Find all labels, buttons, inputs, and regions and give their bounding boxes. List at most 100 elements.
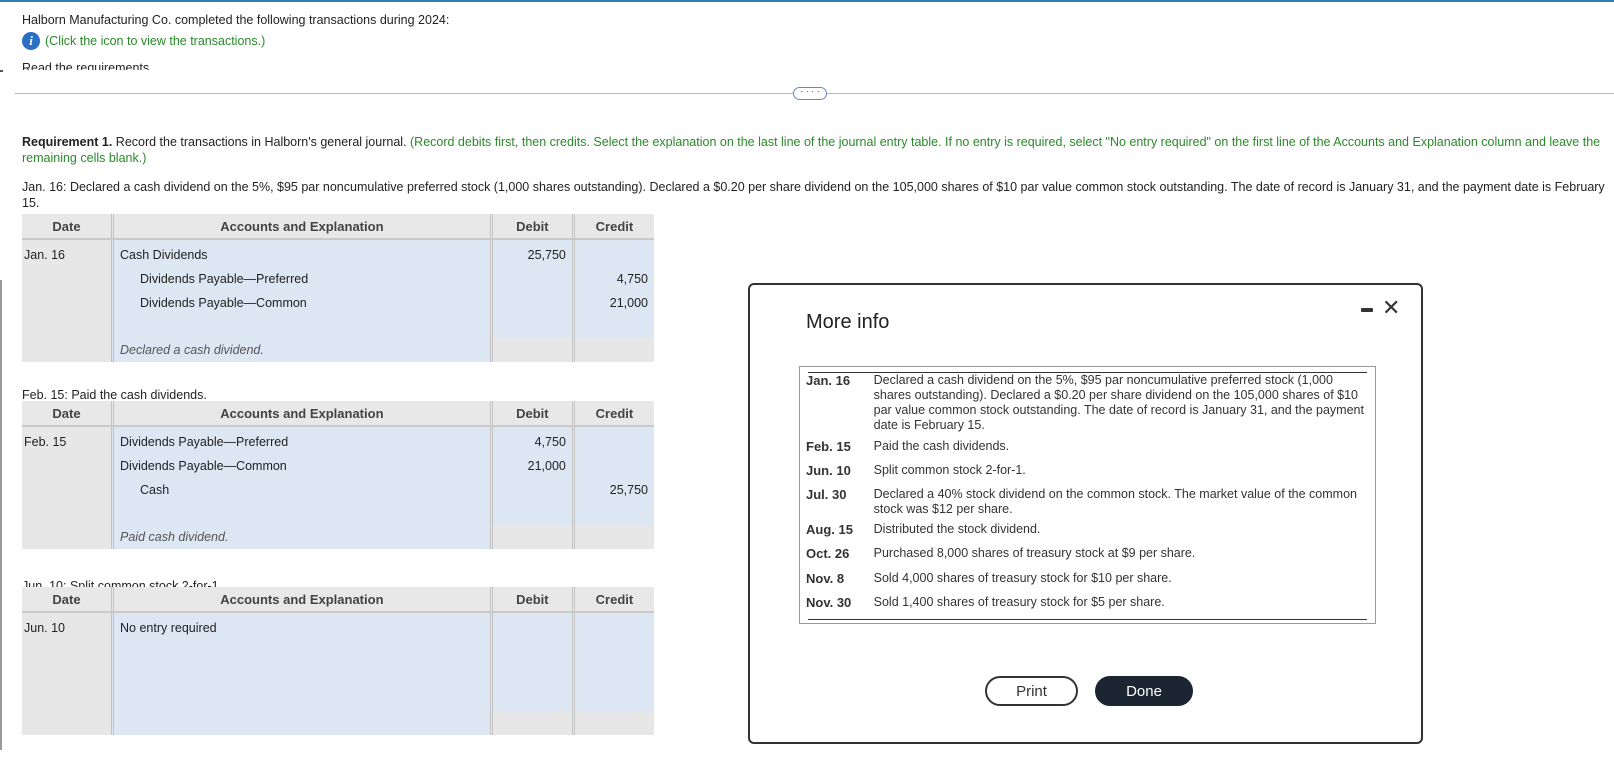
- entry-date: Feb. 15: [22, 427, 112, 549]
- credit-cell[interactable]: 4,750: [617, 267, 648, 291]
- transaction-date: Jan. 16: [806, 373, 851, 388]
- close-icon[interactable]: ✕: [1382, 295, 1400, 321]
- accounts-column: No entry required: [111, 613, 490, 735]
- credit-footer: [574, 525, 654, 549]
- credit-header: Credit: [571, 214, 654, 238]
- debit-cell[interactable]: 25,750: [528, 243, 566, 267]
- transaction-row: Nov. 30 Sold 1,400 shares of treasury st…: [806, 595, 1366, 610]
- debit-footer: [492, 525, 572, 549]
- entry-date: Jan. 16: [22, 240, 112, 362]
- requirements-link-text[interactable]: Read the requirements.: [22, 61, 153, 70]
- transaction-row: Oct. 26 Purchased 8,000 shares of treasu…: [806, 546, 1366, 561]
- accounts-header: Accounts and Explanation: [111, 587, 490, 611]
- journal-table-jan16: Date Accounts and Explanation Debit Cred…: [22, 214, 654, 362]
- transaction-row: Feb. 15 Paid the cash dividends.: [806, 439, 1366, 454]
- account-cell[interactable]: Dividends Payable—Common: [140, 291, 307, 315]
- journal-body: Feb. 15 Dividends Payable—Preferred Divi…: [22, 427, 654, 549]
- print-button[interactable]: Print: [985, 676, 1078, 706]
- edge-marker: [0, 70, 3, 72]
- info-icon[interactable]: i: [22, 32, 40, 50]
- dialog-title: More info: [806, 311, 890, 333]
- debit-footer: [492, 711, 572, 735]
- account-cell[interactable]: Cash Dividends: [120, 243, 208, 267]
- entry-prompt-1: Jan. 16: Declared a cash dividend on the…: [22, 180, 1605, 210]
- transaction-desc: Sold 4,000 shares of treasury stock for …: [873, 571, 1172, 585]
- journal-table-jun10: Date Accounts and Explanation Debit Cred…: [22, 587, 654, 735]
- transaction-row: Jul. 30 Declared a 40% stock dividend on…: [806, 487, 1366, 517]
- journal-table-feb15: Date Accounts and Explanation Debit Cred…: [22, 401, 654, 549]
- date-header: Date: [52, 218, 81, 234]
- transactions-table: Jan. 16 Declared a cash dividend on the …: [799, 366, 1376, 624]
- credit-footer: [574, 711, 654, 735]
- debit-header: Debit: [489, 401, 572, 425]
- transaction-date: Nov. 30: [806, 595, 852, 610]
- transaction-row: Jan. 16 Declared a cash dividend on the …: [806, 373, 1366, 433]
- credit-cell[interactable]: 21,000: [610, 291, 648, 315]
- transaction-desc: Paid the cash dividends.: [873, 439, 1010, 453]
- transaction-desc: Sold 1,400 shares of treasury stock for …: [873, 595, 1165, 609]
- top-accent-bar: [0, 0, 1614, 2]
- transaction-date: Jul. 30: [806, 487, 847, 502]
- credit-footer: [574, 338, 654, 362]
- debit-header: Debit: [489, 587, 572, 611]
- journal-body: Jun. 10 No entry required: [22, 613, 654, 735]
- requirement-text: Requirement 1. Record the transactions i…: [22, 134, 1612, 166]
- transaction-desc: Distributed the stock dividend.: [873, 522, 1041, 536]
- transaction-desc: Split common stock 2-for-1.: [873, 463, 1026, 477]
- accounts-column: Cash Dividends Dividends Payable—Preferr…: [111, 240, 490, 362]
- account-cell[interactable]: Cash: [140, 478, 169, 502]
- journal-body: Jan. 16 Cash Dividends Dividends Payable…: [22, 240, 654, 362]
- transaction-date: Oct. 26: [806, 546, 850, 561]
- transaction-row: Jun. 10 Split common stock 2-for-1.: [806, 463, 1366, 478]
- credit-column: [571, 613, 654, 735]
- left-scroll-edge: [0, 280, 2, 750]
- accounts-column: Dividends Payable—Preferred Dividends Pa…: [111, 427, 490, 549]
- debit-header: Debit: [489, 214, 572, 238]
- explanation-cell[interactable]: Declared a cash dividend.: [120, 338, 264, 362]
- transaction-desc: Declared a 40% stock dividend on the com…: [873, 487, 1357, 516]
- date-header: Date: [52, 405, 81, 421]
- credit-column: 25,750: [571, 427, 654, 549]
- journal-header: Date Accounts and Explanation Debit Cred…: [22, 214, 654, 240]
- journal-header: Date Accounts and Explanation Debit Cred…: [22, 587, 654, 613]
- accounts-header: Accounts and Explanation: [111, 401, 490, 425]
- info-link-row[interactable]: i (Click the icon to view the transactio…: [22, 32, 265, 50]
- debit-column: 25,750: [489, 240, 572, 362]
- transaction-row: Aug. 15 Distributed the stock dividend.: [806, 522, 1366, 537]
- transaction-desc: Purchased 8,000 shares of treasury stock…: [873, 546, 1196, 560]
- account-cell[interactable]: Dividends Payable—Preferred: [120, 430, 288, 454]
- debit-cell[interactable]: 21,000: [528, 454, 566, 478]
- accounts-header: Accounts and Explanation: [111, 214, 490, 238]
- explanation-cell[interactable]: Paid cash dividend.: [120, 525, 228, 549]
- debit-cell[interactable]: 4,750: [535, 430, 566, 454]
- requirement-title: Requirement 1.: [22, 135, 113, 149]
- credit-header: Credit: [571, 587, 654, 611]
- account-cell[interactable]: Dividends Payable—Common: [120, 454, 287, 478]
- info-link-text[interactable]: (Click the icon to view the transactions…: [45, 34, 265, 48]
- expand-button[interactable]: · · · ·: [793, 87, 827, 100]
- transaction-desc: Declared a cash dividend on the 5%, $95 …: [873, 373, 1364, 432]
- transaction-date: Nov. 8: [806, 571, 845, 586]
- table-rule-bottom: [808, 619, 1367, 620]
- more-info-dialog: More info ✕ Jan. 16 Declared a cash divi…: [748, 283, 1423, 744]
- entry-prompt-2: Feb. 15: Paid the cash dividends.: [22, 388, 207, 402]
- debit-column: 4,750 21,000: [489, 427, 572, 549]
- credit-header: Credit: [571, 401, 654, 425]
- minimize-icon[interactable]: [1361, 308, 1373, 312]
- credit-column: 4,750 21,000: [571, 240, 654, 362]
- account-cell[interactable]: Dividends Payable—Preferred: [140, 267, 308, 291]
- transaction-date: Aug. 15: [806, 522, 853, 537]
- entry-date: Jun. 10: [22, 613, 112, 735]
- transaction-row: Nov. 8 Sold 4,000 shares of treasury sto…: [806, 571, 1366, 586]
- requirement-body: Record the transactions in Halborn's gen…: [112, 135, 410, 149]
- account-cell[interactable]: No entry required: [120, 616, 217, 640]
- transaction-date: Jun. 10: [806, 463, 851, 478]
- transaction-date: Feb. 15: [806, 439, 851, 454]
- done-button[interactable]: Done: [1095, 676, 1193, 706]
- debit-footer: [492, 338, 572, 362]
- intro-text: Halborn Manufacturing Co. completed the …: [22, 13, 450, 27]
- journal-header: Date Accounts and Explanation Debit Cred…: [22, 401, 654, 427]
- credit-cell[interactable]: 25,750: [610, 478, 648, 502]
- date-header: Date: [52, 591, 81, 607]
- debit-column: [489, 613, 572, 735]
